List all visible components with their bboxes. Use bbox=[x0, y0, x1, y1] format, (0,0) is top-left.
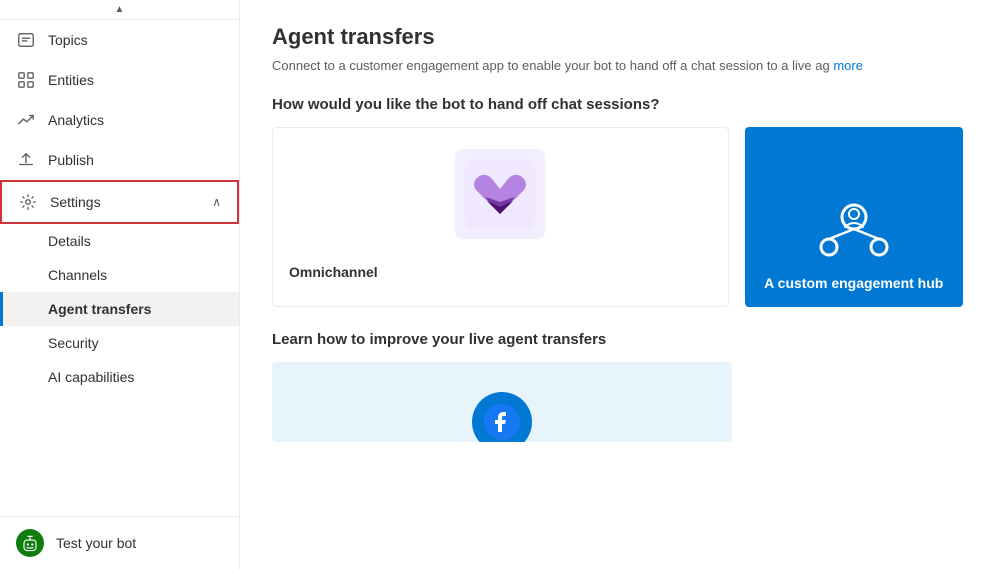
custom-hub-icon bbox=[814, 187, 894, 267]
agent-transfers-label: Agent transfers bbox=[48, 301, 151, 317]
ai-capabilities-label: AI capabilities bbox=[48, 369, 134, 385]
channels-label: Channels bbox=[48, 267, 107, 283]
topics-icon bbox=[16, 30, 36, 50]
sidebar-item-settings[interactable]: Settings ∧ bbox=[0, 180, 239, 224]
page-title: Agent transfers bbox=[272, 24, 963, 50]
sidebar-subitem-channels[interactable]: Channels bbox=[0, 258, 239, 292]
custom-hub-label: A custom engagement hub bbox=[764, 275, 943, 291]
sidebar-subitem-agent-transfers[interactable]: Agent transfers bbox=[0, 292, 239, 326]
analytics-label: Analytics bbox=[48, 112, 104, 128]
hand-off-title: How would you like the bot to hand off c… bbox=[272, 96, 963, 113]
settings-icon bbox=[18, 192, 38, 212]
sidebar-bottom: Test your bot bbox=[0, 516, 239, 569]
custom-engagement-hub-card[interactable]: A custom engagement hub bbox=[745, 127, 963, 307]
settings-label: Settings bbox=[50, 194, 101, 210]
sidebar-item-analytics[interactable]: Analytics bbox=[0, 100, 239, 140]
omnichannel-image bbox=[450, 144, 550, 244]
learn-card-icon bbox=[472, 392, 532, 442]
learn-section-title: Learn how to improve your live agent tra… bbox=[272, 331, 963, 348]
main-content: Agent transfers Connect to a customer en… bbox=[240, 0, 995, 569]
sidebar: Topics Entities Analytics bbox=[0, 0, 240, 569]
sidebar-item-publish[interactable]: Publish bbox=[0, 140, 239, 180]
bot-icon bbox=[16, 529, 44, 557]
entities-icon bbox=[16, 70, 36, 90]
entities-label: Entities bbox=[48, 72, 94, 88]
page-subtitle: Connect to a customer engagement app to … bbox=[272, 56, 963, 76]
sidebar-item-topics[interactable]: Topics bbox=[0, 20, 239, 60]
sidebar-subitem-ai-capabilities[interactable]: AI capabilities bbox=[0, 360, 239, 394]
sidebar-subitem-security[interactable]: Security bbox=[0, 326, 239, 360]
learn-card[interactable] bbox=[272, 362, 732, 442]
security-label: Security bbox=[48, 335, 99, 351]
settings-chevron: ∧ bbox=[212, 195, 221, 209]
sidebar-nav: Topics Entities Analytics bbox=[0, 20, 239, 516]
sidebar-subitem-details[interactable]: Details bbox=[0, 224, 239, 258]
omnichannel-card[interactable]: Omnichannel bbox=[272, 127, 729, 307]
test-your-bot-button[interactable]: Test your bot bbox=[0, 517, 239, 569]
publish-label: Publish bbox=[48, 152, 94, 168]
analytics-icon bbox=[16, 110, 36, 130]
details-label: Details bbox=[48, 233, 91, 249]
sidebar-scroll-up[interactable] bbox=[0, 0, 239, 20]
test-your-bot-label: Test your bot bbox=[56, 535, 136, 551]
cards-row: Omnichannel A custom engagement hub bbox=[272, 127, 963, 307]
publish-icon bbox=[16, 150, 36, 170]
topics-label: Topics bbox=[48, 32, 88, 48]
sidebar-item-entities[interactable]: Entities bbox=[0, 60, 239, 100]
more-link[interactable]: more bbox=[833, 58, 863, 73]
omnichannel-logo bbox=[455, 149, 545, 239]
omnichannel-label: Omnichannel bbox=[289, 264, 378, 280]
